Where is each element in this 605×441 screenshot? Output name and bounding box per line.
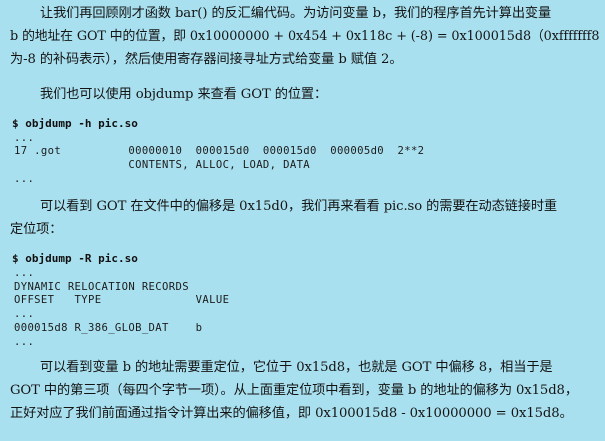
paragraph4-line2: GOT 中的第三项（每四个字节一项）。从上面重定位项中看到，变量 b 的地址的偏… (10, 383, 578, 398)
code1-line3: CONTENTS, ALLOC, LOAD, DATA (14, 159, 311, 171)
code1-line4: ... (14, 173, 35, 185)
paragraph1-line1: 让我们再回顾刚才函数 bar() 的反汇编代码。为访问变量 b，我们的程序首先计… (40, 6, 552, 21)
paragraph2-line1: 我们也可以使用 objdump 来查看 GOT 的位置： (40, 87, 328, 102)
paragraph4-line3: 正好对应了我们前面通过指令计算出来的偏移值，即 0x100015d8 - 0x1… (10, 406, 573, 421)
paragraph3-line1: 可以看到 GOT 在文件中的偏移是 0x15d0，我们再来看看 pic.so 的… (40, 199, 558, 214)
paragraph1-line3: 为-8 的补码表示），然后使用寄存器间接寻址方式给变量 b 赋值 2。 (10, 52, 403, 67)
code2-line3: OFFSET TYPE VALUE (14, 294, 230, 306)
paragraph3-line2: 定位项： (10, 222, 63, 237)
paragraph1-line2: b 的地址在 GOT 中的位置，即 0x10000000 + 0x454 + 0… (10, 29, 600, 44)
code2-line6: ... (14, 336, 35, 348)
document-page: 让我们再回顾刚才函数 bar() 的反汇编代码。为访问变量 b，我们的程序首先计… (0, 0, 605, 441)
paragraph4-line1: 可以看到变量 b 的地址需要重定位，它位于 0x15d8，也就是 GOT 中偏移… (40, 360, 553, 375)
code2-line5: 000015d8 R_386_GLOB_DAT b (14, 322, 203, 334)
